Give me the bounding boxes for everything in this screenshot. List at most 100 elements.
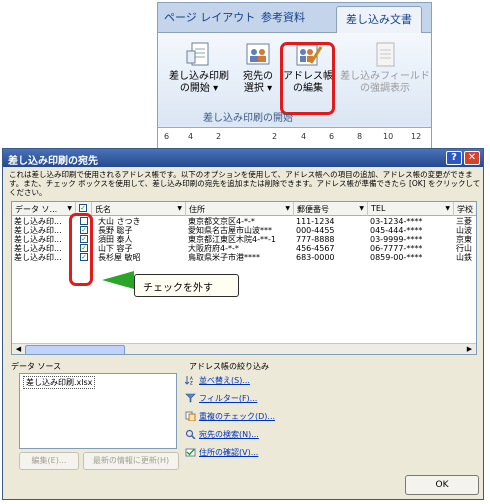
cell-name: 須田 泰人 — [98, 235, 133, 244]
ruler-tick: 10 — [383, 132, 394, 141]
start-mail-merge-line2: の開始 ▾ — [179, 83, 219, 94]
cell-school: 行山 — [456, 244, 472, 253]
cell-source: 差し込み印... — [14, 253, 62, 262]
start-mail-merge-line1: 差し込み印刷 — [169, 71, 229, 82]
column-data-source[interactable]: データ ソ... ▼ — [12, 202, 76, 216]
column-tel-label: TEL — [371, 204, 386, 213]
ribbon-group-label: 差し込み印刷の開始 — [203, 113, 293, 124]
scroll-thumb[interactable] — [25, 345, 125, 354]
cell-name: 山下 容子 — [98, 244, 133, 253]
highlight-merge-fields-line2: の強調表示 — [360, 83, 410, 94]
cell-source: 差し込み印... — [14, 217, 62, 226]
mail-merge-recipients-dialog: 差し込み印刷の宛先 ? ✕ これは差し込み印刷で使用されるアドレス帳です。以下の… — [2, 148, 484, 500]
column-zip-label: 郵便番号 — [297, 205, 329, 214]
cell-school: 三菱 — [456, 217, 472, 226]
cell-address: 鳥取県米子市港**** — [188, 253, 260, 262]
select-recipients-line1: 宛先の — [243, 71, 273, 82]
cell-source: 差し込み印... — [14, 244, 62, 253]
cell-address: 東京都文京区4-*-* — [188, 217, 255, 226]
start-mail-merge-button[interactable]: 差し込み印刷 の開始 ▾ — [164, 35, 234, 109]
checkbox-column-highlight — [69, 213, 93, 286]
column-data-source-label: データ ソ... — [15, 205, 58, 214]
document-merge-icon — [186, 42, 209, 66]
column-name[interactable]: 氏名 ▼ — [92, 202, 186, 216]
ruler-tick: 8 — [357, 132, 363, 141]
column-school-label: 学校 — [457, 205, 473, 214]
find-duplicates-link[interactable]: 重複のチェック(D)... — [185, 411, 275, 422]
column-address[interactable]: 住所 ▼ — [186, 202, 294, 216]
cell-address: 大阪府府4-*-* — [188, 244, 239, 253]
tab-references[interactable]: 参考資料 — [261, 9, 305, 25]
find-recipient-icon — [185, 429, 196, 439]
column-address-label: 住所 — [189, 205, 205, 214]
close-button[interactable]: ✕ — [464, 151, 480, 165]
column-tel[interactable]: TEL ▼ — [368, 202, 454, 216]
ruler: 6 4 2 2 4 6 8 10 12 — [158, 127, 431, 148]
cell-address: 愛知県名古屋市山波*** — [188, 226, 272, 235]
validate-addresses-link-label: 住所の確認(V)... — [199, 448, 259, 457]
sort-icon: AZ — [185, 376, 193, 386]
cell-source: 差し込み印... — [14, 235, 62, 244]
ribbon: ページ レイアウト 参考資料 差し込み文書 差し込み印刷 の開始 ▾ 宛先の 選… — [157, 2, 432, 149]
ruler-tick: 2 — [216, 132, 222, 141]
scroll-right-icon[interactable]: ▶ — [464, 345, 475, 354]
horizontal-scrollbar[interactable]: ◀ ▶ — [12, 343, 476, 354]
cell-tel: 03-1234-**** — [370, 217, 423, 226]
filter-icon — [185, 393, 196, 403]
cell-address: 東京都江東区木院4-**-1 — [188, 235, 276, 244]
ruler-tick: 12 — [411, 132, 422, 141]
edit-button[interactable]: 編集(E)... — [19, 452, 79, 470]
data-source-item[interactable]: 差し込み印刷.xlsx — [23, 376, 96, 389]
ruler-tick: 2 — [272, 132, 278, 141]
select-all-checkbox[interactable]: ✓ — [79, 204, 87, 212]
help-button[interactable]: ? — [446, 151, 462, 165]
sort-arrow-icon: ▼ — [177, 205, 182, 212]
ruler-tick: 6 — [164, 132, 170, 141]
svg-text:Z: Z — [190, 381, 193, 386]
column-zip[interactable]: 郵便番号 ▼ — [294, 202, 368, 216]
column-name-label: 氏名 — [95, 205, 111, 214]
ok-button[interactable]: OK — [405, 475, 479, 495]
cell-tel: 0859-00-**** — [370, 253, 423, 262]
cell-zip: 683-0000 — [296, 253, 335, 262]
find-recipient-link[interactable]: 宛先の検索(N)... — [185, 429, 259, 440]
cell-name: 長杉屋 敏昭 — [98, 253, 141, 262]
ribbon-body: 差し込み印刷 の開始 ▾ 宛先の 選択 ▾ アドレス帳 の編集 差し込みフィール… — [158, 33, 431, 125]
cell-zip: 111-1234 — [296, 217, 335, 226]
dialog-titlebar: 差し込み印刷の宛先 ? ✕ — [3, 149, 483, 167]
callout-arrow-icon — [102, 271, 134, 289]
cell-zip: 000-4455 — [296, 226, 335, 235]
ruler-tick: 4 — [301, 132, 307, 141]
data-source-list[interactable]: 差し込み印刷.xlsx — [19, 373, 177, 449]
cell-tel: 045-444-**** — [370, 226, 423, 235]
cell-zip: 456-4567 — [296, 244, 335, 253]
ribbon-tabs: ページ レイアウト 参考資料 差し込み文書 — [158, 3, 431, 33]
cell-zip: 777-8888 — [296, 235, 335, 244]
sort-link[interactable]: AZ 並べ替え(S)... — [185, 375, 250, 386]
refresh-button[interactable]: 最新の情報に更新(H) — [83, 452, 179, 470]
cell-name: 長野 聡子 — [98, 226, 133, 235]
cell-school: 京東 — [456, 235, 472, 244]
scroll-left-icon[interactable]: ◀ — [13, 345, 24, 354]
cell-tel: 03-9999-**** — [370, 235, 423, 244]
tab-mailings[interactable]: 差し込み文書 — [336, 6, 422, 33]
recipients-icon — [246, 43, 270, 65]
filter-link[interactable]: フィルター(F)... — [185, 393, 258, 404]
cell-name: 大山 さつき — [98, 217, 141, 226]
sort-arrow-icon: ▼ — [445, 205, 450, 212]
validate-addresses-link[interactable]: 住所の確認(V)... — [185, 447, 259, 458]
tab-page-layout[interactable]: ページ レイアウト — [164, 9, 255, 25]
cell-school: 山波 — [456, 226, 472, 235]
filter-link-label: フィルター(F)... — [199, 394, 258, 403]
highlight-merge-fields-button[interactable]: 差し込みフィールド の強調表示 — [338, 35, 431, 109]
cell-tel: 06-7777-**** — [370, 244, 423, 253]
column-school[interactable]: 学校 — [454, 202, 476, 216]
cell-source: 差し込み印... — [14, 226, 62, 235]
select-recipients-button[interactable]: 宛先の 選択 ▾ — [238, 35, 278, 109]
ruler-tick: 4 — [188, 132, 194, 141]
data-source-label: データ ソース — [11, 362, 62, 371]
dialog-description: これは差し込み印刷で使用されるアドレス帳です。以下のオプションを使用して、アドレ… — [9, 170, 481, 197]
select-recipients-line2: 選択 ▾ — [243, 83, 273, 94]
highlight-fields-icon — [376, 42, 395, 67]
callout-uncheck: チェックを外す — [134, 274, 239, 297]
